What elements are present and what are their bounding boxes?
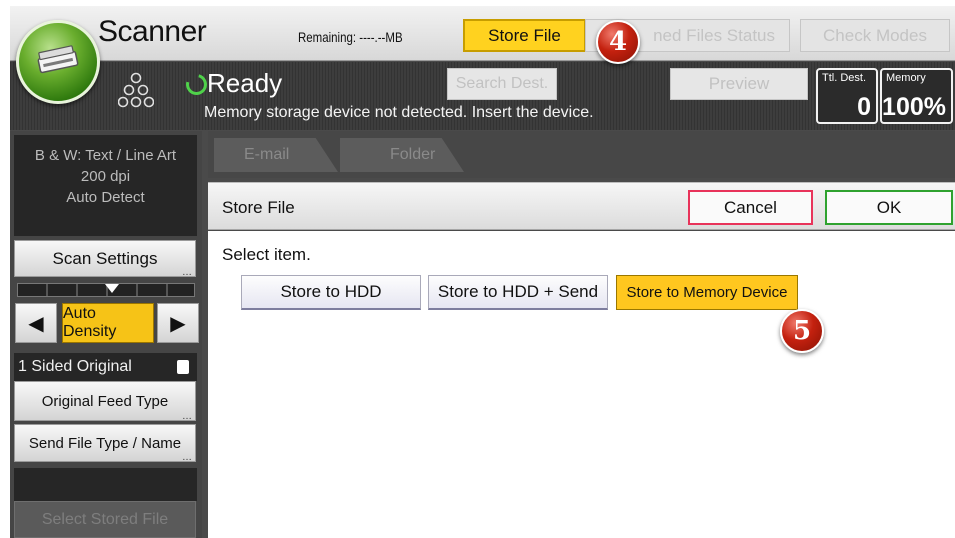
page-icon xyxy=(177,360,189,374)
original-feed-type-button[interactable]: Original Feed Type xyxy=(14,381,196,422)
connection-icon xyxy=(117,70,155,110)
status-bar: Ready Memory storage device not detected… xyxy=(10,62,955,130)
scan-mode-text: B & W: Text / Line Art xyxy=(34,147,177,164)
scanner-app-icon xyxy=(16,20,100,104)
send-file-type-button[interactable]: Send File Type / Name xyxy=(14,424,196,463)
triangle-left-icon: ◀ xyxy=(28,312,44,335)
tab-email[interactable]: E-mail xyxy=(214,138,338,172)
scanner-screen: Scanner Remaining: ----.--MB Store File … xyxy=(10,6,955,538)
density-decrease-button[interactable]: ◀ xyxy=(15,303,57,343)
auto-density-button[interactable]: Auto Density xyxy=(62,303,154,343)
original-sided-display: 1 Sided Original xyxy=(14,353,197,381)
memory-label: Memory xyxy=(886,72,926,84)
top-header: Scanner Remaining: ----.--MB Store File … xyxy=(10,6,955,61)
total-destinations-label: Ttl. Dest. xyxy=(822,72,867,84)
ready-status-text: Ready xyxy=(207,68,283,98)
check-modes-button[interactable]: Check Modes xyxy=(800,19,950,52)
density-increase-button[interactable]: ▶ xyxy=(157,303,199,343)
total-destinations-value: 0 xyxy=(857,93,871,121)
step-4-marker: 4 xyxy=(596,20,640,64)
preview-button[interactable]: Preview xyxy=(670,68,808,100)
select-item-prompt: Select item. xyxy=(222,245,311,264)
status-message: Memory storage device not detected. Inse… xyxy=(204,104,594,121)
store-file-dialog-header: Store File Cancel OK xyxy=(208,182,955,230)
store-to-memory-device-button[interactable]: Store to Memory Device xyxy=(616,275,798,310)
store-file-button[interactable]: Store File xyxy=(463,19,586,52)
total-destinations-counter: Ttl. Dest. 0 xyxy=(816,68,878,124)
store-to-hdd-button[interactable]: Store to HDD xyxy=(241,275,421,310)
app-title: Scanner xyxy=(98,15,207,48)
cancel-button[interactable]: Cancel xyxy=(688,190,813,225)
scan-settings-button[interactable]: Scan Settings xyxy=(14,240,196,278)
store-file-dialog-body: Select item. Store to HDD Store to HDD +… xyxy=(208,231,955,538)
scan-mode-summary: B & W: Text / Line Art 200 dpi Auto Dete… xyxy=(14,135,197,236)
search-destination-button[interactable]: Search Dest. xyxy=(447,68,557,100)
scan-settings-panel: B & W: Text / Line Art 200 dpi Auto Dete… xyxy=(10,131,202,538)
memory-value: 100% xyxy=(882,93,946,121)
step-5-marker: 5 xyxy=(780,309,824,353)
select-stored-file-button[interactable]: Select Stored File xyxy=(14,501,196,538)
detect-text: Auto Detect xyxy=(66,189,145,206)
tab-folder[interactable]: Folder xyxy=(340,138,464,172)
sided-original-label: 1 Sided Original xyxy=(18,358,132,375)
ok-button[interactable]: OK xyxy=(825,190,953,225)
store-to-hdd-send-button[interactable]: Store to HDD + Send xyxy=(428,275,608,310)
density-marker-icon xyxy=(105,284,119,293)
dialog-title: Store File xyxy=(222,198,295,217)
resolution-text: 200 dpi xyxy=(80,168,131,185)
memory-counter: Memory 100% xyxy=(880,68,953,124)
density-indicator xyxy=(17,283,195,297)
empty-info-field xyxy=(14,468,197,501)
triangle-right-icon: ▶ xyxy=(170,312,186,335)
destination-tabs: E-mail Folder xyxy=(208,131,955,178)
remaining-memory-label: Remaining: ----.--MB xyxy=(298,29,403,45)
